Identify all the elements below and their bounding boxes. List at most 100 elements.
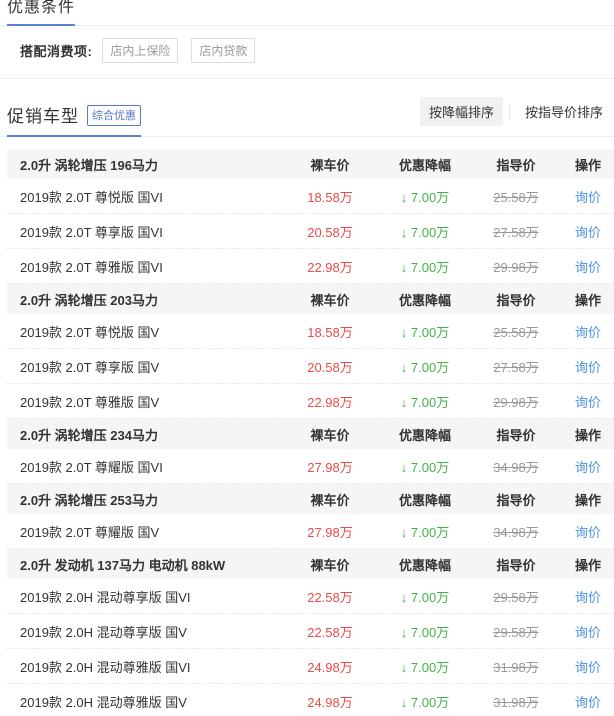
table-row: 2019款 2.0T 尊耀版 国VI 27.98万 ↓ 7.00万 34.98万 询价	[7, 449, 614, 484]
promo-price-page: 优惠条件 搭配消费项: 店内上保险 店内贷款 促销车型 综合优惠 按降幅排序 按指…	[0, 0, 614, 716]
col-header-guide-price: 指导价	[496, 427, 536, 443]
col-header-guide-price: 指导价	[496, 157, 536, 173]
guide-price: 31.98万	[493, 694, 539, 710]
table-row: 2019款 2.0T 尊雅版 国V 22.98万 ↓ 7.00万 29.98万 询价	[7, 384, 614, 419]
model-name: 2019款 2.0T 尊悦版 国V	[20, 324, 160, 340]
model-name: 2019款 2.0H 混动尊享版 国VI	[20, 589, 191, 605]
inquiry-link[interactable]: 询价	[575, 395, 601, 410]
consume-option-insurance[interactable]: 店内上保险	[102, 38, 179, 63]
down-arrow-icon: ↓	[400, 224, 411, 240]
table-row: 2019款 2.0H 混动尊雅版 国VI 24.98万 ↓ 7.00万 31.98万 询…	[7, 649, 614, 684]
table-row: 2019款 2.0H 混动尊享版 国VI 22.58万 ↓ 7.00万 29.58万 询…	[7, 579, 614, 614]
col-header-bare-price: 裸车价	[310, 292, 350, 308]
guide-price: 27.58万	[493, 224, 539, 240]
discount-amount: ↓ 7.00万	[400, 224, 450, 240]
inquiry-link[interactable]: 询价	[575, 590, 601, 605]
action-cell: 询价	[562, 622, 614, 641]
table-row: 2019款 2.0T 尊耀版 国V 27.98万 ↓ 7.00万 34.98万 询价	[7, 514, 614, 549]
down-arrow-icon: ↓	[400, 694, 411, 710]
col-header-action: 操作	[574, 292, 601, 308]
guide-price: 29.98万	[493, 259, 539, 275]
inquiry-link[interactable]: 询价	[575, 190, 601, 205]
bare-price: 22.98万	[307, 394, 353, 410]
group-header: 2.0升 涡轮增压 203马力 裸车价 优惠降幅 指导价 操作	[7, 284, 614, 314]
down-arrow-icon: ↓	[400, 659, 411, 675]
group-name: 2.0升 涡轮增压 234马力	[20, 427, 158, 443]
action-cell: 询价	[562, 187, 614, 206]
inquiry-link[interactable]: 询价	[575, 525, 601, 540]
discount-amount: ↓ 7.00万	[400, 359, 450, 375]
col-header-guide-price: 指导价	[496, 292, 536, 308]
inquiry-link[interactable]: 询价	[575, 625, 601, 640]
action-cell: 询价	[562, 657, 614, 676]
col-header-action: 操作	[574, 557, 601, 573]
inquiry-link[interactable]: 询价	[575, 225, 601, 240]
inquiry-link[interactable]: 询价	[575, 660, 601, 675]
bare-price: 27.98万	[307, 524, 353, 540]
action-cell: 询价	[562, 357, 614, 376]
col-header-action: 操作	[574, 157, 601, 173]
guide-price: 34.98万	[493, 459, 539, 475]
inquiry-link[interactable]: 询价	[575, 695, 601, 710]
discount-amount: ↓ 7.00万	[400, 394, 450, 410]
group-header: 2.0升 涡轮增压 253马力 裸车价 优惠降幅 指导价 操作	[7, 484, 614, 514]
bare-price: 22.98万	[307, 259, 353, 275]
col-header-guide-price: 指导价	[496, 492, 536, 508]
guide-price: 25.58万	[493, 324, 539, 340]
model-name: 2019款 2.0H 混动尊雅版 国VI	[20, 659, 191, 675]
discount-amount: ↓ 7.00万	[400, 259, 450, 275]
promo-table: 2.0升 涡轮增压 196马力 裸车价 优惠降幅 指导价 操作 2019款 2.0T 尊悦…	[7, 149, 614, 716]
inquiry-link[interactable]: 询价	[575, 260, 601, 275]
sort-by-guide-price-button[interactable]: 按指导价排序	[516, 97, 612, 126]
model-name: 2019款 2.0T 尊耀版 国V	[20, 524, 160, 540]
col-header-bare-price: 裸车价	[310, 557, 350, 573]
consume-options-row: 搭配消费项: 店内上保险 店内贷款	[0, 26, 614, 78]
group-name: 2.0升 涡轮增压 203马力	[20, 292, 158, 308]
action-cell: 询价	[562, 322, 614, 341]
col-header-discount: 优惠降幅	[398, 292, 451, 308]
table-row: 2019款 2.0T 尊悦版 国V 18.58万 ↓ 7.00万 25.58万 询价	[7, 314, 614, 349]
consume-option-loan[interactable]: 店内贷款	[191, 38, 256, 63]
action-cell: 询价	[562, 457, 614, 476]
down-arrow-icon: ↓	[400, 359, 411, 375]
inquiry-link[interactable]: 询价	[575, 360, 601, 375]
model-name: 2019款 2.0T 尊享版 国VI	[20, 224, 163, 240]
inquiry-link[interactable]: 询价	[575, 325, 601, 340]
bare-price: 20.58万	[307, 359, 353, 375]
sort-by-drop-button[interactable]: 按降幅排序	[419, 97, 503, 126]
tab-conditions: 优惠条件	[7, 0, 76, 26]
model-name: 2019款 2.0T 尊耀版 国VI	[20, 459, 163, 475]
discount-amount: ↓ 7.00万	[400, 624, 450, 640]
guide-price: 34.98万	[493, 524, 539, 540]
promo-section-head: 促销车型 综合优惠 按降幅排序 按指导价排序	[0, 97, 614, 137]
discount-amount: ↓ 7.00万	[400, 459, 450, 475]
guide-price: 31.98万	[493, 659, 539, 675]
inquiry-link[interactable]: 询价	[575, 460, 601, 475]
section-divider	[0, 78, 614, 79]
col-header-action: 操作	[574, 427, 601, 443]
sort-divider	[508, 104, 510, 119]
discount-amount: ↓ 7.00万	[400, 324, 450, 340]
down-arrow-icon: ↓	[400, 259, 411, 275]
bare-price: 24.98万	[307, 694, 353, 710]
action-cell: 询价	[562, 522, 614, 541]
down-arrow-icon: ↓	[400, 394, 411, 410]
table-row: 2019款 2.0T 尊享版 国V 20.58万 ↓ 7.00万 27.58万 询价	[7, 349, 614, 384]
guide-price: 29.98万	[493, 394, 539, 410]
action-cell: 询价	[562, 587, 614, 606]
table-row: 2019款 2.0T 尊享版 国VI 20.58万 ↓ 7.00万 27.58万 询价	[7, 214, 614, 249]
action-cell: 询价	[562, 222, 614, 241]
guide-price: 29.58万	[493, 624, 539, 640]
col-header-guide-price: 指导价	[496, 557, 536, 573]
group-name: 2.0升 涡轮增压 253马力	[20, 492, 158, 508]
col-header-discount: 优惠降幅	[398, 557, 451, 573]
col-header-discount: 优惠降幅	[398, 427, 451, 443]
group-name: 2.0升 发动机 137马力 电动机 88kW	[20, 557, 226, 573]
discount-amount: ↓ 7.00万	[400, 589, 450, 605]
bare-price: 22.58万	[307, 589, 353, 605]
col-header-action: 操作	[574, 492, 601, 508]
col-header-discount: 优惠降幅	[398, 492, 451, 508]
down-arrow-icon: ↓	[400, 189, 411, 205]
model-name: 2019款 2.0T 尊享版 国V	[20, 359, 160, 375]
combined-discount-badge: 综合优惠	[87, 105, 141, 126]
